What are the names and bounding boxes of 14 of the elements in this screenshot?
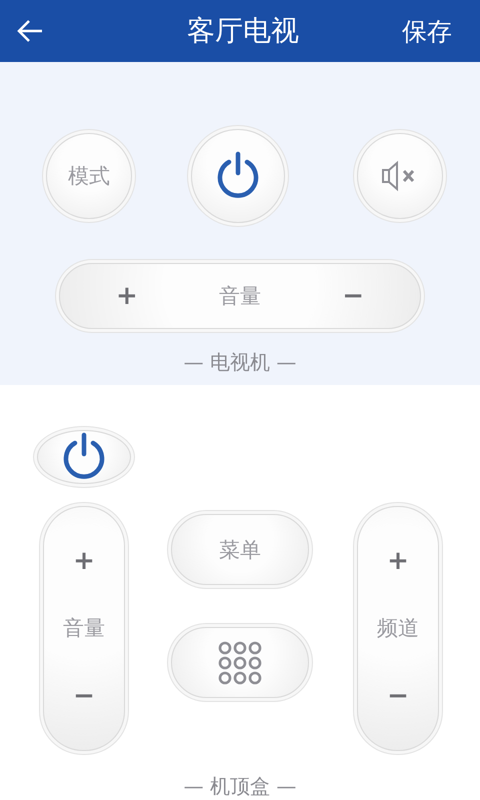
plus-button[interactable]: +: [387, 546, 409, 576]
minus-button[interactable]: −: [342, 281, 364, 311]
save-button[interactable]: 保存: [402, 14, 452, 48]
section-label: — 机顶盒 —: [184, 773, 296, 800]
minus-button[interactable]: −: [73, 680, 95, 711]
section-label: — 电视机 —: [184, 349, 296, 376]
minus-button[interactable]: −: [387, 680, 409, 711]
button-label: 音量: [219, 283, 261, 310]
plus-button[interactable]: +: [116, 281, 138, 311]
button-label: 频道: [377, 615, 419, 642]
page-title: 客厅电视: [187, 13, 299, 49]
plus-button[interactable]: +: [73, 546, 95, 576]
button-label: 音量: [63, 615, 105, 642]
keypad-icon: [218, 640, 262, 684]
